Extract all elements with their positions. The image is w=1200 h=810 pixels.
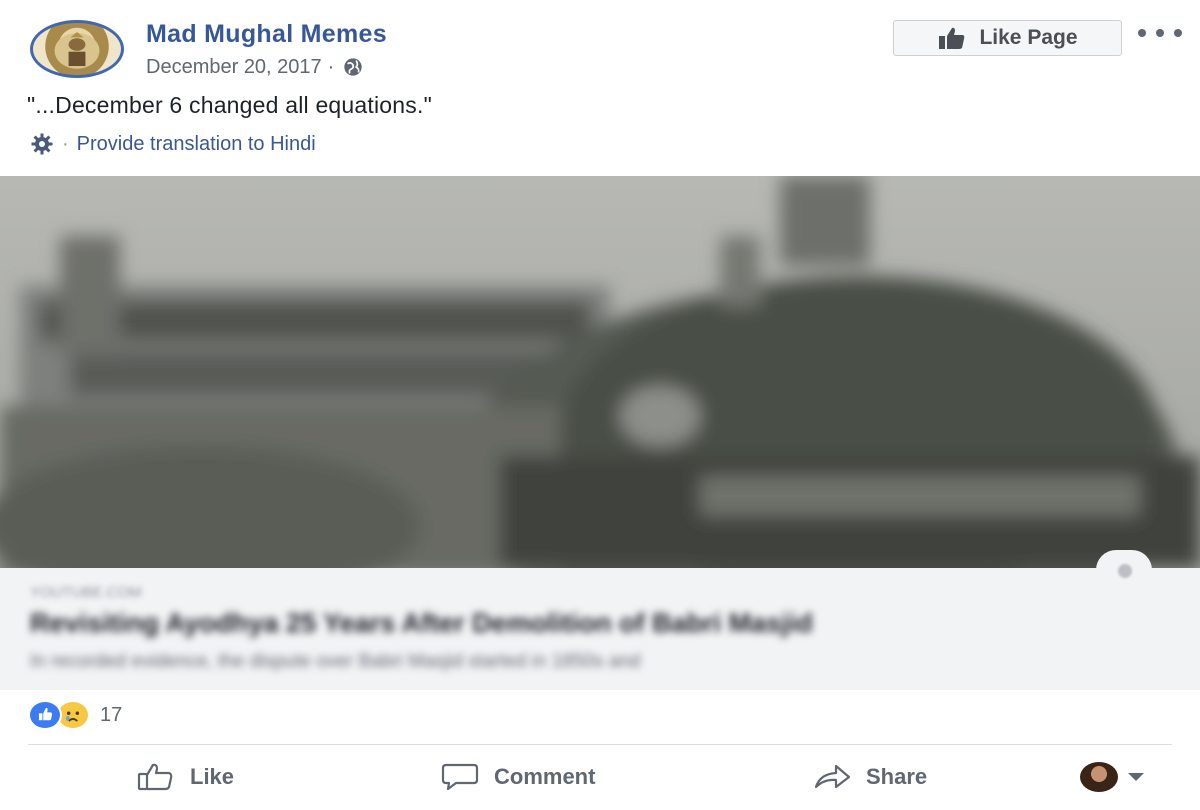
provide-translation-link[interactable]: Provide translation to Hindi [77,133,316,156]
share-button[interactable]: Share [812,760,927,794]
actor-avatar [1080,762,1118,792]
comment-button[interactable]: Comment [440,760,595,794]
page-name-link[interactable]: Mad Mughal Memes [146,20,387,49]
link-domain: youtube.com [30,584,142,601]
comment-icon [441,763,479,791]
like-page-label: Like Page [979,26,1078,49]
post-text: "...December 6 changed all equations." [27,92,432,118]
like-reaction-icon [28,700,62,730]
translate-separator: · [62,132,69,155]
globe-icon[interactable] [340,54,366,80]
thumbs-up-outline-icon [137,763,173,791]
share-label: Share [866,764,928,789]
link-badge [1096,550,1152,590]
page-avatar[interactable] [30,20,124,78]
translation-row: · Provide translation to Hindi [30,132,316,156]
like-page-button[interactable]: Like Page [893,20,1122,56]
post-actions: Like Comment Share [0,752,1200,800]
reaction-count: 17 [100,703,123,726]
link-preview-image[interactable] [0,176,1200,568]
comment-label: Comment [494,764,596,789]
actor-selector[interactable] [1080,762,1144,792]
link-title: Revisiting Ayodhya 25 Years After Demoli… [30,608,813,638]
chevron-down-icon [1128,773,1144,781]
more-options-icon[interactable] [1138,22,1182,44]
like-button[interactable]: Like [136,760,234,794]
share-icon [814,764,851,789]
link-preview-caption[interactable]: youtube.com Revisiting Ayodhya 25 Years … [0,550,1200,690]
gear-icon [31,133,53,155]
reactions-summary[interactable]: 17 [28,700,122,730]
facebook-post: Mad Mughal Memes December 20, 2017 · Lik… [0,0,1200,810]
post-meta: December 20, 2017 · [146,54,366,80]
action-divider [28,744,1172,745]
link-description: In recorded evidence, the dispute over B… [30,651,641,672]
thumbs-up-icon [939,27,965,49]
post-date[interactable]: December 20, 2017 [146,56,322,79]
meta-separator: · [327,55,335,78]
like-label: Like [190,764,235,789]
